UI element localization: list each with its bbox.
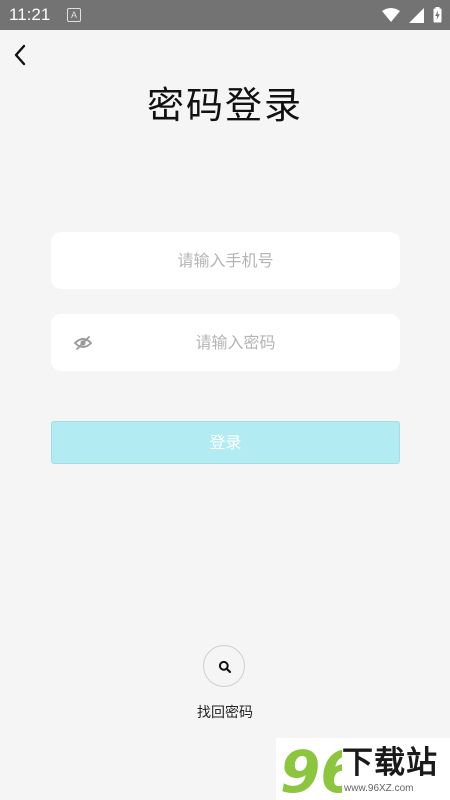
status-bar: 11:21 A: [0, 0, 450, 30]
login-button[interactable]: 登录: [51, 421, 400, 464]
back-button[interactable]: [6, 40, 36, 70]
notification-icon: A: [67, 8, 81, 22]
password-visibility-toggle[interactable]: [73, 333, 93, 353]
chevron-left-icon: [14, 44, 26, 66]
eye-off-icon: [73, 336, 93, 350]
phone-field[interactable]: [51, 232, 400, 289]
svg-text:96: 96: [280, 738, 342, 800]
status-time: 11:21: [9, 5, 51, 24]
password-input[interactable]: [51, 314, 400, 371]
status-icons: [382, 7, 442, 23]
signal-icon: [409, 7, 424, 23]
watermark-logo: 96: [280, 738, 342, 800]
battery-charging-icon: [433, 7, 442, 23]
phone-input[interactable]: [51, 232, 400, 289]
find-password-label[interactable]: 找回密码: [0, 703, 450, 723]
page-title: 密码登录: [147, 84, 303, 127]
wifi-icon: [382, 8, 400, 22]
find-password-button[interactable]: [203, 645, 245, 687]
watermark: 96 下载站 www.96XZ.com: [276, 738, 450, 800]
search-icon: [218, 660, 232, 674]
watermark-url: www.96XZ.com: [344, 783, 414, 794]
watermark-text: 下载站: [342, 745, 438, 781]
password-field[interactable]: [51, 314, 400, 371]
